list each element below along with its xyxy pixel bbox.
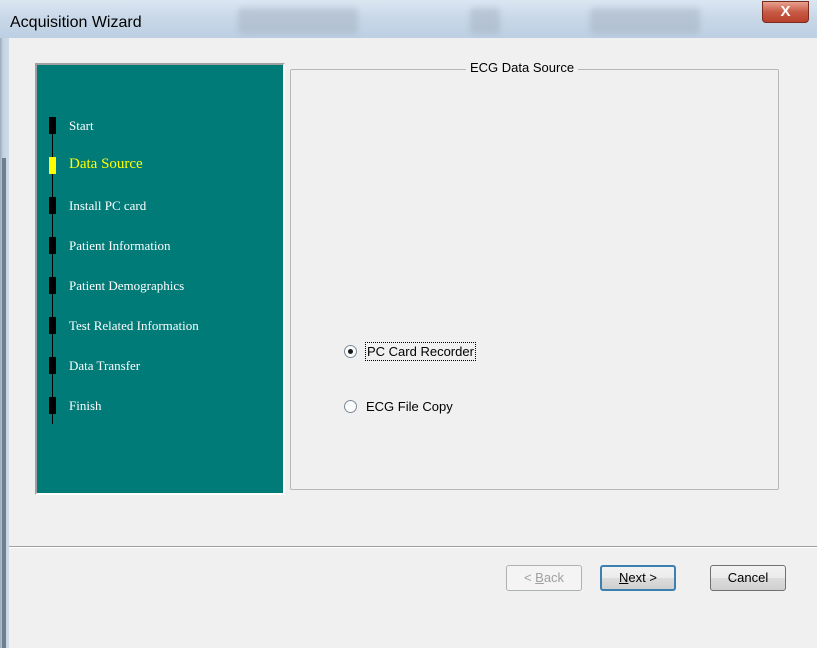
wizard-client-area: Start Data Source Install PC card Patient I…	[9, 38, 817, 648]
step-marker	[49, 397, 56, 414]
cancel-button[interactable]: Cancel	[710, 565, 786, 591]
option-label[interactable]: ECG File Copy	[365, 398, 454, 415]
step-marker	[49, 237, 56, 254]
step-label: Patient Information	[69, 238, 171, 253]
step-marker	[49, 277, 56, 294]
pc-card-recorder-option[interactable]: PC Card Recorder	[344, 341, 476, 361]
option-label[interactable]: PC Card Recorder	[365, 341, 476, 361]
ecg-file-copy-option[interactable]: ECG File Copy	[344, 396, 454, 416]
step-marker	[49, 317, 56, 334]
step-label: Data Source	[69, 156, 143, 172]
separator	[9, 546, 817, 548]
step-label: Test Related Information	[69, 318, 199, 333]
background-blur	[238, 8, 358, 34]
window-frame	[0, 38, 9, 648]
step-label: Finish	[69, 398, 102, 413]
group-title: ECG Data Source	[466, 60, 579, 75]
background-blur	[470, 8, 500, 34]
steps-panel: Start Data Source Install PC card Patient I…	[35, 63, 285, 495]
step-marker	[49, 197, 56, 214]
close-icon: X	[780, 3, 791, 20]
step-label: Install PC card	[69, 198, 147, 213]
ecg-data-source-group: ECG Data Source PC Card Recorder ECG Fil…	[290, 60, 779, 490]
step-marker	[49, 117, 56, 134]
step-marker	[49, 157, 56, 174]
background-blur	[590, 8, 700, 34]
step-label: Patient Demographics	[69, 278, 185, 293]
radio-button[interactable]	[344, 399, 357, 413]
close-button[interactable]: X	[762, 1, 809, 23]
title-bar[interactable]: Acquisition Wizard X	[0, 0, 817, 38]
step-marker	[49, 357, 56, 374]
back-button[interactable]: < Back	[506, 565, 582, 591]
step-label: Start	[69, 118, 94, 133]
next-button[interactable]: Next >	[600, 565, 676, 591]
acquisition-wizard-window: Acquisition Wizard X Start Data Source Ins…	[0, 0, 817, 648]
window-title: Acquisition Wizard	[10, 14, 142, 31]
radio-button[interactable]	[344, 344, 357, 358]
step-label: Data Transfer	[69, 358, 141, 373]
